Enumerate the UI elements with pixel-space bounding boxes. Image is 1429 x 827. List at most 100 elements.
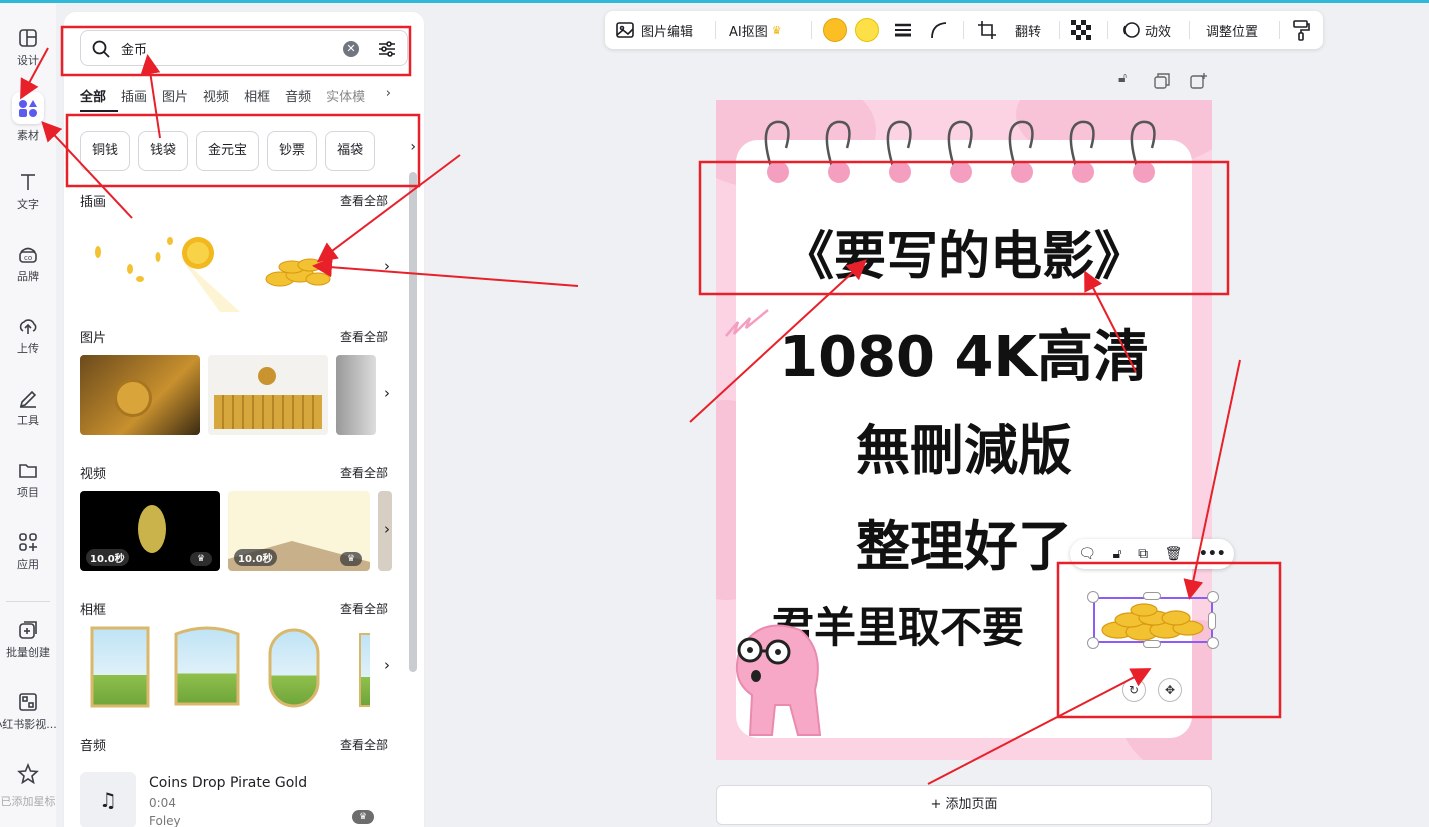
checkerboard-icon bbox=[1071, 20, 1091, 40]
chevron-right-icon[interactable]: › bbox=[386, 86, 391, 101]
color-swatch-1[interactable] bbox=[823, 11, 847, 49]
corner-radius-button[interactable] bbox=[929, 11, 949, 49]
duplicate-page-icon[interactable] bbox=[1153, 72, 1171, 90]
upload-icon bbox=[19, 319, 37, 334]
top-accent-line bbox=[0, 0, 1429, 3]
chevron-right-icon[interactable]: › bbox=[410, 139, 416, 155]
photo-thumbnail[interactable] bbox=[80, 355, 200, 435]
rail-item-text[interactable]: 文字 bbox=[0, 167, 56, 227]
filter-icon[interactable] bbox=[377, 39, 397, 59]
rail-item-starred[interactable]: 已添加星标 bbox=[0, 759, 56, 819]
chip[interactable]: 钱袋 bbox=[138, 131, 189, 171]
elements-panel: 金币 ✕ 全部 插画 图片 视频 相框 音频 实体模 › 铜钱 钱袋 金元宝 钞… bbox=[64, 12, 424, 827]
chevron-right-icon[interactable]: › bbox=[384, 384, 390, 402]
chip[interactable]: 钞票 bbox=[267, 131, 318, 171]
rotate-icon[interactable]: ↻ bbox=[1122, 678, 1146, 702]
rail-item-upload[interactable]: 上传 bbox=[0, 311, 56, 371]
panel-scrollbar[interactable] bbox=[409, 172, 417, 672]
rail-item-bulk-create[interactable]: 批量创建 bbox=[0, 615, 56, 675]
chevron-right-icon[interactable]: › bbox=[384, 257, 390, 275]
mascot-sticker[interactable] bbox=[720, 610, 830, 740]
audio-title[interactable]: Coins Drop Pirate Gold bbox=[149, 775, 307, 791]
clear-icon[interactable]: ✕ bbox=[343, 41, 359, 57]
see-all-link[interactable]: 查看全部 bbox=[340, 464, 388, 481]
comment-icon[interactable]: 🗨︎ bbox=[1078, 546, 1096, 562]
ai-cutout-button[interactable]: AI抠图 ♛ bbox=[729, 11, 782, 49]
rail-item-brand[interactable]: co 品牌 bbox=[0, 239, 56, 299]
chevron-right-icon[interactable]: › bbox=[384, 520, 390, 538]
text-icon bbox=[21, 174, 35, 190]
selection-box[interactable] bbox=[1093, 597, 1213, 643]
see-all-link[interactable]: 查看全部 bbox=[340, 192, 388, 209]
chip[interactable]: 铜钱 bbox=[80, 131, 131, 171]
duplicate-icon[interactable]: ⧉ bbox=[1138, 546, 1148, 562]
see-all-link[interactable]: 查看全部 bbox=[340, 736, 388, 753]
resize-handle[interactable] bbox=[1087, 637, 1099, 649]
resize-handle[interactable] bbox=[1207, 591, 1219, 603]
video-thumbnail[interactable]: 10.0秒 ♛ bbox=[228, 491, 370, 571]
flip-button[interactable]: 翻转 bbox=[1015, 11, 1041, 49]
tab-photos[interactable]: 图片 bbox=[162, 86, 188, 108]
animate-button[interactable]: 动效 bbox=[1121, 11, 1171, 49]
trash-icon[interactable]: 🗑︎ bbox=[1165, 546, 1183, 562]
border-style-button[interactable] bbox=[893, 11, 913, 49]
rail-item-qr-app[interactable]: 小红书影视... bbox=[0, 687, 57, 747]
video-thumbnail[interactable]: 10.0秒 ♛ bbox=[80, 491, 220, 571]
transparency-button[interactable] bbox=[1071, 11, 1091, 49]
resize-handle[interactable] bbox=[1143, 640, 1161, 648]
see-all-link[interactable]: 查看全部 bbox=[340, 600, 388, 617]
chip[interactable]: 福袋 bbox=[325, 131, 376, 171]
tab-videos[interactable]: 视频 bbox=[203, 86, 229, 108]
see-all-link[interactable]: 查看全部 bbox=[340, 328, 388, 345]
element-context-menu: 🗨︎ 🔓︎ ⧉ 🗑︎ ••• bbox=[1070, 539, 1234, 569]
resize-handle[interactable] bbox=[1087, 591, 1099, 603]
image-edit-button[interactable]: 图片编辑 bbox=[615, 11, 693, 49]
lock-icon[interactable]: 🔓︎ bbox=[1113, 546, 1122, 562]
rail-item-projects[interactable]: 项目 bbox=[0, 455, 56, 515]
add-page-button[interactable]: + 添加页面 bbox=[716, 785, 1212, 825]
color-swatch-2[interactable] bbox=[855, 11, 879, 49]
music-note-icon[interactable]: ♫ bbox=[80, 772, 136, 827]
title-text[interactable]: 《要写的电影》 bbox=[716, 214, 1212, 289]
tab-mockups[interactable]: 实体模 bbox=[326, 86, 365, 108]
rail-item-design[interactable]: 设计 bbox=[0, 23, 56, 83]
position-button[interactable]: 调整位置 bbox=[1206, 11, 1258, 49]
resize-handle[interactable] bbox=[1207, 637, 1219, 649]
rail-label: 设计 bbox=[17, 54, 39, 67]
toolbar-divider bbox=[1189, 21, 1190, 39]
subtitle-text[interactable]: 1080 4K高清 bbox=[716, 312, 1212, 393]
rail-label: 批量创建 bbox=[6, 646, 50, 659]
search-box[interactable]: 金币 ✕ bbox=[80, 30, 408, 66]
duration-badge: 10.0秒 bbox=[234, 549, 277, 566]
coin-illustrations[interactable] bbox=[80, 217, 380, 312]
chip[interactable]: 金元宝 bbox=[196, 131, 260, 171]
version-text[interactable]: 無刪減版 bbox=[716, 406, 1212, 485]
toolbar-divider bbox=[1107, 21, 1108, 39]
rail-item-apps[interactable]: 应用 bbox=[0, 527, 56, 587]
crop-button[interactable] bbox=[977, 11, 997, 49]
design-page[interactable]: 《要写的电影》 1080 4K高清 無刪減版 整理好了 君羊里取不要 bbox=[716, 100, 1212, 760]
image-edit-label: 图片编辑 bbox=[641, 24, 694, 40]
move-icon[interactable]: ✥ bbox=[1158, 678, 1182, 702]
chevron-right-icon[interactable]: › bbox=[384, 656, 390, 674]
more-icon[interactable]: ••• bbox=[1199, 546, 1226, 562]
lock-icon[interactable]: 🔓︎ bbox=[1118, 70, 1127, 86]
resize-handle[interactable] bbox=[1143, 592, 1161, 600]
tab-all[interactable]: 全部 bbox=[80, 86, 106, 108]
rail-item-tools[interactable]: 工具 bbox=[0, 383, 56, 443]
toolbar-divider bbox=[1059, 21, 1060, 39]
rail-item-elements[interactable]: 素材 bbox=[0, 92, 56, 152]
tab-frames[interactable]: 相框 bbox=[244, 86, 270, 108]
copy-style-button[interactable] bbox=[1291, 11, 1311, 49]
add-page-icon[interactable] bbox=[1189, 72, 1207, 90]
tab-illustrations[interactable]: 插画 bbox=[121, 86, 147, 108]
search-input[interactable]: 金币 bbox=[121, 39, 147, 58]
tab-audio[interactable]: 音频 bbox=[285, 86, 311, 108]
frame-thumbnails[interactable] bbox=[80, 624, 370, 710]
photo-thumbnail[interactable] bbox=[208, 355, 328, 435]
rail-label: 上传 bbox=[17, 342, 39, 355]
photo-thumbnail[interactable] bbox=[336, 355, 376, 435]
animate-label: 动效 bbox=[1145, 24, 1172, 40]
pen-icon bbox=[19, 390, 37, 408]
resize-handle[interactable] bbox=[1208, 612, 1216, 630]
